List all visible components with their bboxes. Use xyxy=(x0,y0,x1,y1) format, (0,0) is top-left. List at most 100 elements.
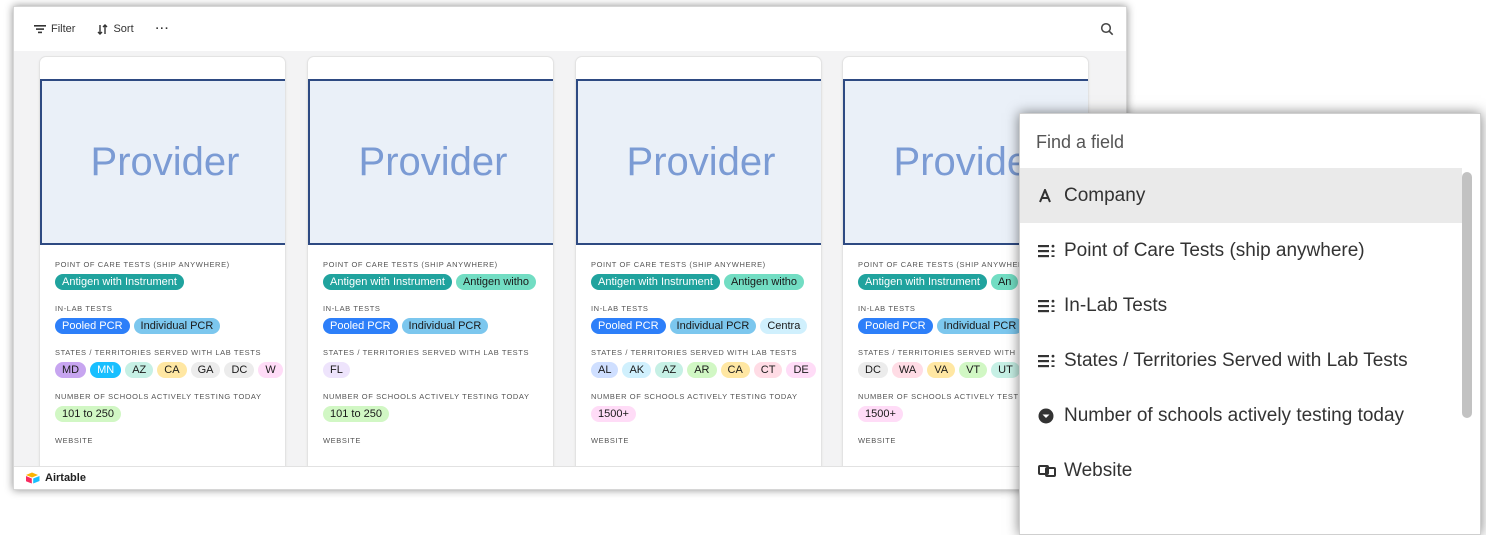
select-option-pill: WA xyxy=(891,362,924,378)
card-field-value: Antigen with Instrument xyxy=(55,274,285,290)
card-field-value: Pooled PCR Individual PCR Centra xyxy=(591,318,821,334)
field-option-label: Website xyxy=(1064,459,1133,481)
card-field-value: 101 to 250 xyxy=(323,406,553,422)
filter-button[interactable]: Filter xyxy=(34,23,75,35)
card-field-value: 101 to 250 xyxy=(55,406,285,422)
find-field-input[interactable]: Find a field xyxy=(1036,132,1124,153)
select-option-pill: AZ xyxy=(655,362,684,378)
field-option-label: Point of Care Tests (ship anywhere) xyxy=(1064,239,1365,261)
gallery-card[interactable]: Provider Point of Care Tests (ship anywhe… xyxy=(308,57,553,467)
url-link-icon xyxy=(1038,464,1060,478)
select-option-pill: VT xyxy=(959,362,988,378)
card-field-value: Antigen with Instrument Antigen witho xyxy=(323,274,553,290)
select-option-pill: DC xyxy=(224,362,255,378)
field-option-label: In-Lab Tests xyxy=(1064,294,1168,316)
sort-button[interactable]: Sort xyxy=(97,23,134,35)
select-option-pill: 101 to 250 xyxy=(323,406,389,422)
card-field-label: In-Lab Tests xyxy=(55,304,113,313)
select-option-pill: MN xyxy=(90,362,122,378)
select-option-pill: An xyxy=(990,274,1019,290)
card-field-label: Website xyxy=(55,436,93,445)
card-field-value: Pooled PCR Individual PCR xyxy=(55,318,285,334)
multi-select-icon xyxy=(1038,299,1060,313)
select-option-pill: 1500+ xyxy=(591,406,636,422)
card-field-value: Pooled PCR Individual PCR xyxy=(323,318,553,334)
select-option-pill: VA xyxy=(927,362,956,378)
select-option-pill: 101 to 250 xyxy=(55,406,121,422)
select-option-pill: CA xyxy=(720,362,750,378)
card-cover-image: Provider xyxy=(40,79,285,245)
select-option-pill: FL xyxy=(323,362,350,378)
select-option-pill: Centra xyxy=(760,318,808,334)
card-field-value: AL AK AZ AR CA CT DE xyxy=(591,362,821,378)
select-option-pill: MD xyxy=(55,362,87,378)
select-option-pill: Pooled PCR xyxy=(858,318,933,334)
select-option-pill: UT xyxy=(991,362,1020,378)
card-cover-image: Provider xyxy=(576,79,821,245)
more-icon: ··· xyxy=(155,23,170,35)
card-field-label: Number of schools actively testing today xyxy=(55,392,262,401)
select-option-pill: AK xyxy=(622,362,652,378)
field-option-point-of-care-tests-ship-anywhere[interactable]: Point of Care Tests (ship anywhere) xyxy=(1020,223,1462,278)
select-option-pill: Antigen with Instrument xyxy=(55,274,184,290)
select-option-pill: Antigen with Instrument xyxy=(591,274,720,290)
card-cover-image: Provider xyxy=(308,79,553,245)
select-option-pill: 1500+ xyxy=(858,406,903,422)
card-field-value: FL xyxy=(323,362,553,378)
sort-icon xyxy=(97,23,108,35)
select-option-pill: DE xyxy=(786,362,816,378)
select-option-pill: Pooled PCR xyxy=(323,318,398,334)
card-field-label: Point of Care Tests (ship anywhere) xyxy=(323,260,498,269)
airtable-embed-window: Filter Sort ··· Provider Point of Care Te… xyxy=(13,6,1127,490)
select-option-pill: Pooled PCR xyxy=(591,318,666,334)
gallery-card[interactable]: Provider Point of Care Tests (ship anywhe… xyxy=(40,57,285,467)
field-option-states-territories-served-with-lab-tests[interactable]: States / Territories Served with Lab Tes… xyxy=(1020,333,1462,388)
select-option-pill: AL xyxy=(591,362,619,378)
airtable-brand-text[interactable]: Airtable xyxy=(45,472,86,484)
select-option-pill: GA xyxy=(190,362,221,378)
card-field-label: States / Territories Served with Lab Tes… xyxy=(591,348,798,357)
more-options-button[interactable]: ··· xyxy=(156,23,170,35)
field-option-number-of-schools-actively-testing-today[interactable]: Number of schools actively testing today xyxy=(1020,388,1462,443)
multi-select-icon xyxy=(1038,244,1060,258)
field-option-label: Number of schools actively testing today xyxy=(1064,404,1405,426)
field-option-label: Company xyxy=(1064,184,1146,206)
card-field-label: Website xyxy=(591,436,629,445)
gallery-area: Provider Point of Care Tests (ship anywhe… xyxy=(14,51,1126,467)
field-option-company[interactable]: Company xyxy=(1020,168,1462,223)
card-field-value: 1500+ xyxy=(591,406,821,422)
select-option-pill: Individual PCR xyxy=(401,318,489,334)
select-option-pill: Individual PCR xyxy=(936,318,1024,334)
select-option-pill: AR xyxy=(687,362,717,378)
card-field-label: Point of Care Tests (ship anywhere) xyxy=(55,260,230,269)
select-option-pill: Individual PCR xyxy=(133,318,221,334)
sort-label: Sort xyxy=(113,23,134,35)
field-option-in-lab-tests[interactable]: In-Lab Tests xyxy=(1020,278,1462,333)
select-option-pill: W xyxy=(258,362,283,378)
select-option-pill: Individual PCR xyxy=(669,318,757,334)
card-field-label: Point of Care Tests (ship anywhere) xyxy=(591,260,766,269)
select-option-pill: Pooled PCR xyxy=(55,318,130,334)
card-fields: Point of Care Tests (ship anywhere) Antig… xyxy=(55,260,285,446)
search-icon[interactable] xyxy=(1100,22,1114,36)
card-field-label: States / Territories Served with Lab Tes… xyxy=(323,348,530,357)
card-field-value: Antigen with Instrument Antigen witho xyxy=(591,274,821,290)
select-option-pill: Antigen witho xyxy=(455,274,536,290)
card-fields: Point of Care Tests (ship anywhere) Antig… xyxy=(323,260,553,446)
card-fields: Point of Care Tests (ship anywhere) Antig… xyxy=(591,260,821,446)
single-select-icon xyxy=(1038,408,1060,424)
card-field-label: In-Lab Tests xyxy=(591,304,649,313)
field-option-website[interactable]: Website xyxy=(1020,443,1462,498)
select-option-pill: Antigen with Instrument xyxy=(323,274,452,290)
card-field-label: In-Lab Tests xyxy=(323,304,381,313)
embed-footer: Airtable xyxy=(14,466,1126,489)
card-field-label: Number of schools actively testing today xyxy=(323,392,530,401)
field-list: Company Point of Care Tests (ship anywher… xyxy=(1020,168,1462,498)
field-picker-scrollbar[interactable] xyxy=(1462,172,1472,418)
multi-select-icon xyxy=(1038,354,1060,368)
card-field-label: Number of schools actively testing today xyxy=(591,392,798,401)
filter-icon xyxy=(34,25,46,34)
gallery-card[interactable]: Provider Point of Care Tests (ship anywhe… xyxy=(576,57,821,467)
select-option-pill: AZ xyxy=(125,362,154,378)
select-option-pill: CT xyxy=(753,362,783,378)
